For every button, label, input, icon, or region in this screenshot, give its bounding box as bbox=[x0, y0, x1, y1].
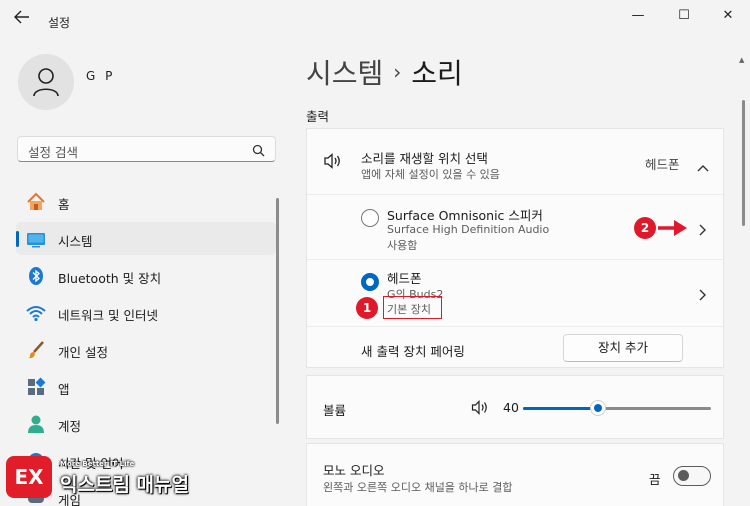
watermark-tagline: More Better IT Life bbox=[60, 460, 135, 468]
pair-new-device-label: 새 출력 장치 페어링 bbox=[361, 344, 465, 359]
sidebar-item-accounts[interactable]: 계정 bbox=[16, 407, 276, 440]
title-bar: 설정 — ☐ ✕ bbox=[0, 0, 750, 36]
back-arrow-icon[interactable] bbox=[14, 10, 34, 28]
volume-card: 볼륨 40 bbox=[306, 375, 724, 439]
annotation-highlight-box bbox=[383, 296, 442, 319]
search-placeholder: 설정 검색 bbox=[28, 145, 78, 160]
sidebar-item-label: 개인 설정 bbox=[58, 345, 108, 360]
user-icon bbox=[33, 68, 59, 97]
device-name: Surface Omnisonic 스피커 bbox=[387, 208, 543, 223]
sidebar-item-network[interactable]: 네트워크 및 인터넷 bbox=[16, 296, 276, 329]
content-scrollbar[interactable] bbox=[742, 100, 745, 226]
bluetooth-icon bbox=[26, 266, 46, 286]
slider-fill bbox=[523, 407, 598, 410]
sidebar-item-apps[interactable]: 앱 bbox=[16, 370, 276, 403]
mono-audio-title: 모노 오디오 bbox=[323, 463, 385, 478]
watermark: EX More Better IT Life 익스트림 매뉴얼 bbox=[6, 450, 226, 502]
sidebar-item-personalization[interactable]: 개인 설정 bbox=[16, 333, 276, 366]
mono-audio-state: 끔 bbox=[649, 472, 661, 487]
volume-icon[interactable] bbox=[471, 400, 489, 419]
add-device-button[interactable]: 장치 추가 bbox=[563, 334, 683, 362]
active-indicator bbox=[16, 231, 19, 247]
sidebar-item-label: 계정 bbox=[58, 419, 82, 434]
section-title-output: 출력 bbox=[306, 109, 330, 124]
annotation-badge-2: 2 bbox=[634, 217, 656, 239]
sidebar-item-home[interactable]: 홈 bbox=[16, 185, 276, 218]
mono-audio-card: 모노 오디오 왼쪽과 오른쪽 오디오 채널을 하나로 결합 끔 bbox=[306, 443, 724, 506]
close-button[interactable]: ✕ bbox=[718, 8, 738, 26]
toggle-knob bbox=[678, 470, 689, 481]
device-driver: Surface High Definition Audio bbox=[387, 223, 550, 236]
volume-value: 40 bbox=[503, 400, 519, 415]
volume-slider[interactable] bbox=[523, 398, 713, 418]
maximize-button[interactable]: ☐ bbox=[674, 8, 694, 26]
breadcrumb-parent[interactable]: 시스템 bbox=[306, 57, 383, 90]
breadcrumb: 시스템 › 소리 bbox=[306, 52, 463, 92]
sidebar-item-label: 앱 bbox=[58, 382, 70, 397]
device-status: 사용함 bbox=[387, 239, 418, 252]
speaker-icon bbox=[323, 153, 343, 173]
annotation-badge-1: 1 bbox=[356, 297, 378, 319]
search-icon[interactable] bbox=[252, 142, 265, 161]
device-radio-selected[interactable] bbox=[361, 273, 379, 291]
chevron-up-icon[interactable] bbox=[697, 157, 709, 176]
output-header-row[interactable]: 소리를 재생할 위치 선택 앱에 자체 설정이 있을 수 있음 헤드폰 bbox=[307, 129, 723, 194]
scroll-up-arrow-icon[interactable]: ▲ bbox=[739, 56, 744, 64]
annotation-arrow-icon bbox=[658, 219, 688, 241]
output-header-value: 헤드폰 bbox=[645, 157, 680, 172]
sidebar-item-label: Bluetooth 및 장치 bbox=[58, 271, 162, 286]
volume-label: 볼륨 bbox=[323, 403, 347, 418]
minimize-button[interactable]: — bbox=[628, 8, 648, 26]
wifi-icon bbox=[26, 303, 46, 323]
home-icon bbox=[26, 192, 46, 212]
watermark-brand: 익스트림 매뉴얼 bbox=[60, 474, 189, 496]
apps-icon bbox=[26, 377, 46, 397]
system-icon bbox=[26, 229, 46, 249]
paintbrush-icon bbox=[26, 340, 46, 360]
device-name: 헤드폰 bbox=[387, 271, 422, 286]
page-title: 소리 bbox=[411, 57, 463, 90]
account-icon bbox=[26, 414, 46, 434]
device-radio-unselected[interactable] bbox=[361, 209, 379, 227]
mono-audio-subtitle: 왼쪽과 오른쪽 오디오 채널을 하나로 결합 bbox=[323, 481, 513, 494]
sidebar-item-label: 홈 bbox=[58, 197, 70, 212]
mono-audio-toggle[interactable] bbox=[673, 466, 711, 486]
user-name: G P bbox=[86, 69, 116, 83]
avatar[interactable] bbox=[18, 54, 74, 110]
sidebar-item-system[interactable]: 시스템 bbox=[16, 222, 276, 255]
chevron-right-icon[interactable] bbox=[699, 286, 707, 305]
output-header-subtitle: 앱에 자체 설정이 있을 수 있음 bbox=[361, 168, 500, 181]
breadcrumb-separator-icon: › bbox=[393, 60, 402, 84]
chevron-right-icon[interactable] bbox=[699, 221, 707, 240]
sidebar-item-bluetooth[interactable]: Bluetooth 및 장치 bbox=[16, 259, 276, 292]
search-input[interactable]: 설정 검색 bbox=[17, 136, 276, 162]
slider-thumb[interactable] bbox=[590, 400, 606, 416]
divider bbox=[307, 326, 723, 327]
sidebar-item-label: 네트워크 및 인터넷 bbox=[58, 308, 158, 323]
sidebar-item-label: 시스템 bbox=[58, 234, 93, 249]
output-header-title: 소리를 재생할 위치 선택 bbox=[361, 151, 488, 166]
output-device-card: 소리를 재생할 위치 선택 앱에 자체 설정이 있을 수 있음 헤드폰 Surf… bbox=[306, 128, 724, 368]
watermark-logo: EX bbox=[6, 456, 52, 498]
app-title: 설정 bbox=[48, 16, 71, 30]
sidebar-scrollbar[interactable] bbox=[276, 198, 279, 424]
